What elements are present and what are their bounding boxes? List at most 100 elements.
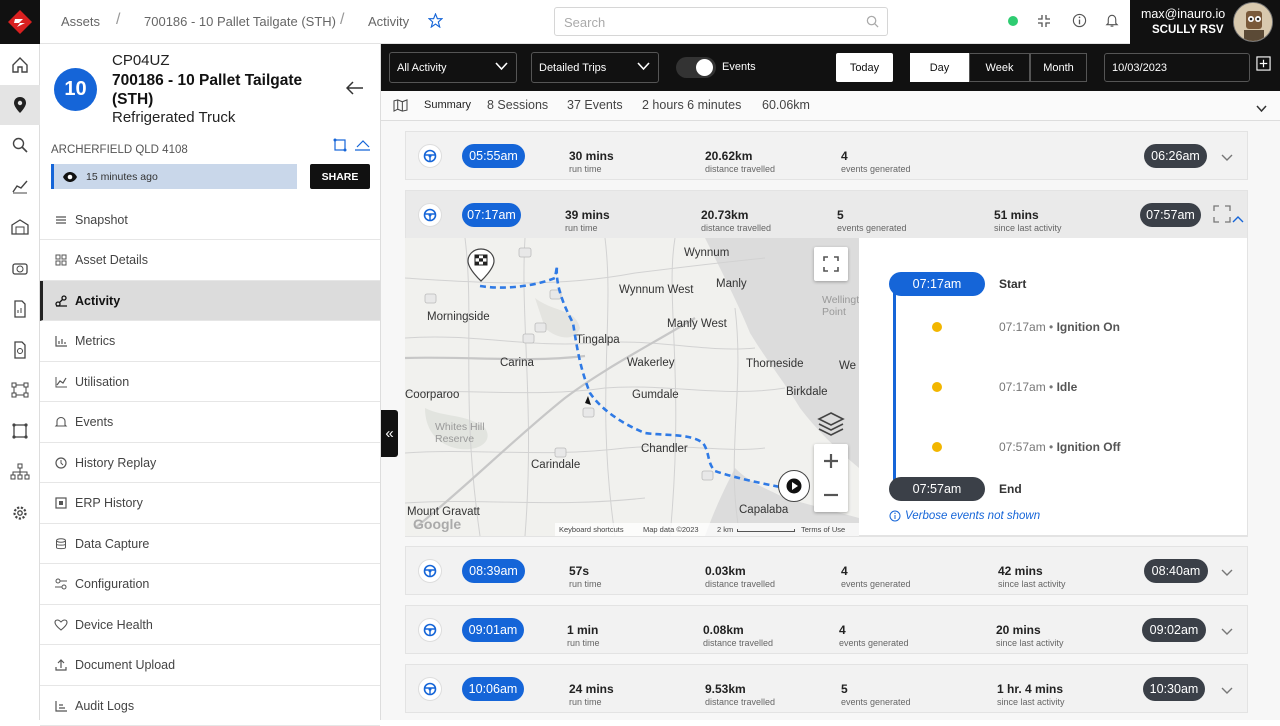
collapse-panel-handle[interactable]: « [381, 410, 398, 457]
trip-map[interactable]: Wynnum Wynnum West Manly Manly West Morn… [405, 238, 859, 536]
since-value: 20 mins [996, 623, 1041, 637]
user-org: SCULLY RSV [1152, 24, 1224, 36]
upload-icon [54, 658, 68, 672]
chevron-down-icon[interactable] [1221, 564, 1233, 582]
chevron-up-icon[interactable] [1232, 210, 1244, 228]
search-icon[interactable] [866, 15, 879, 33]
nav-item-audit-logs[interactable]: Audit Logs [40, 686, 380, 726]
share-button[interactable]: SHARE [310, 164, 370, 189]
report-icon[interactable] [0, 289, 40, 329]
event-name: Ignition On [1056, 320, 1120, 334]
chevron-down-icon[interactable] [1221, 682, 1233, 700]
avatar[interactable] [1233, 2, 1273, 42]
nav-item-activity[interactable]: Activity [40, 281, 380, 321]
runtime-label: run time [565, 223, 598, 233]
map-place-label: Gumdale [632, 389, 679, 401]
nav-item-events[interactable]: Events [40, 403, 380, 443]
trip-row[interactable]: 09:01am 1 min run time 0.08km distance tra… [405, 605, 1248, 654]
timeline-event: 07:57am • Ignition Off [999, 440, 1121, 454]
chevron-down-icon[interactable] [1221, 149, 1233, 167]
chevron-down-icon[interactable] [1256, 102, 1267, 116]
document-search-icon[interactable] [0, 330, 40, 370]
geofence-icon[interactable] [0, 411, 40, 451]
nav-item-erp-history[interactable]: ERP History [40, 484, 380, 524]
summary-sessions: 8 Sessions [487, 98, 549, 112]
trip-mode-dropdown[interactable]: Detailed Trips [531, 52, 659, 83]
nav-item-utilisation[interactable]: Utilisation [40, 362, 380, 402]
fullscreen-icon[interactable] [1213, 205, 1231, 228]
map-terms-link[interactable]: Terms of Use [801, 525, 845, 534]
trip-events: 4 events generated [841, 149, 911, 174]
home-icon[interactable] [0, 45, 40, 85]
map-place-label: Thorneside [746, 358, 804, 370]
since-value: 51 mins [994, 208, 1039, 222]
nav-item-metrics[interactable]: Metrics [40, 322, 380, 362]
date-picker[interactable]: 10/03/2023 [1104, 53, 1250, 82]
map-icon[interactable] [393, 99, 408, 115]
event-name: Ignition Off [1056, 440, 1121, 454]
notification-bell-icon[interactable] [1105, 13, 1119, 33]
brand-logo[interactable] [0, 0, 40, 44]
verbose-note[interactable]: Verbose events not shown [889, 510, 1040, 522]
timeline-event-dot [932, 442, 942, 452]
nav-item-data-capture[interactable]: Data Capture [40, 524, 380, 564]
nav-item-history-replay[interactable]: History Replay [40, 443, 380, 483]
map-fullscreen-button[interactable] [814, 247, 848, 281]
location-pin-icon[interactable] [0, 85, 40, 125]
nav-item-snapshot[interactable]: Snapshot [40, 200, 380, 240]
start-flag-marker[interactable] [467, 248, 495, 282]
nav-item-document-upload[interactable]: Document Upload [40, 646, 380, 686]
map-shortcuts-link[interactable]: Keyboard shortcuts [559, 525, 624, 534]
runtime-value: 30 mins [569, 149, 614, 163]
zoom-in-button[interactable] [814, 444, 848, 478]
event-time: 07:17am [999, 320, 1046, 334]
settings-gear-icon[interactable] [0, 493, 40, 533]
chart-icon[interactable] [0, 166, 40, 206]
steering-wheel-icon [418, 559, 442, 583]
breadcrumb-asset[interactable]: 700186 - 10 Pallet Tailgate (STH) [144, 14, 336, 29]
timeline-end-label: End [999, 482, 1022, 496]
add-icon[interactable] [1256, 56, 1271, 76]
geofence-small-icon[interactable] [333, 138, 347, 157]
top-bar: Assets / 700186 - 10 Pallet Tailgate (ST… [40, 0, 1280, 44]
zoom-out-button[interactable] [814, 478, 848, 512]
nav-item-device-health[interactable]: Device Health [40, 605, 380, 645]
hierarchy-icon[interactable] [0, 452, 40, 492]
back-arrow-icon[interactable] [345, 81, 364, 100]
grid-icon [54, 253, 68, 267]
trip-row[interactable]: 08:39am 57s run time 0.03km distance trave… [405, 546, 1248, 595]
summary-label[interactable]: Summary [424, 99, 471, 111]
activity-filter-dropdown[interactable]: All Activity [389, 52, 517, 83]
range-day[interactable]: Day [910, 53, 969, 82]
chevron-down-icon[interactable] [1221, 623, 1233, 641]
truck-route-icon[interactable] [354, 139, 371, 157]
trip-start-time: 05:55am [462, 144, 525, 168]
trip-row[interactable]: 10:06am 24 mins run time 9.53km distance t… [405, 664, 1248, 713]
trip-end-time: 07:57am [1140, 203, 1201, 227]
map-footer: Keyboard shortcuts Map data ©2023 2 km T… [555, 523, 859, 536]
info-icon[interactable] [1072, 13, 1087, 33]
trip-events: 4 events generated [839, 623, 909, 648]
nav-item-label: Device Health [75, 617, 153, 632]
breadcrumb-assets[interactable]: Assets [61, 14, 100, 29]
user-menu[interactable]: max@inauro.io SCULLY RSV [1130, 0, 1280, 44]
nav-item-asset-details[interactable]: Asset Details [40, 241, 380, 281]
search-location-icon[interactable] [0, 125, 40, 165]
event-time: 07:57am [999, 440, 1046, 454]
today-button[interactable]: Today [836, 53, 893, 82]
range-week[interactable]: Week [969, 53, 1030, 82]
favourite-star-icon[interactable] [427, 12, 444, 33]
history-icon [54, 456, 68, 470]
trip-row[interactable]: 05:55am 30 mins run time 20.62km distance … [405, 131, 1248, 180]
layers-icon[interactable] [816, 409, 846, 444]
nav-item-configuration[interactable]: Configuration [40, 565, 380, 605]
search-input[interactable]: Search [554, 7, 888, 36]
play-marker-icon[interactable] [778, 470, 810, 502]
events-toggle[interactable] [676, 57, 716, 78]
collapse-arrows-icon[interactable] [1037, 14, 1051, 33]
camera-icon[interactable] [0, 248, 40, 288]
warehouse-icon[interactable] [0, 207, 40, 247]
trip-end-time: 08:40am [1144, 559, 1208, 583]
network-icon[interactable] [0, 370, 40, 410]
range-month[interactable]: Month [1030, 53, 1087, 82]
